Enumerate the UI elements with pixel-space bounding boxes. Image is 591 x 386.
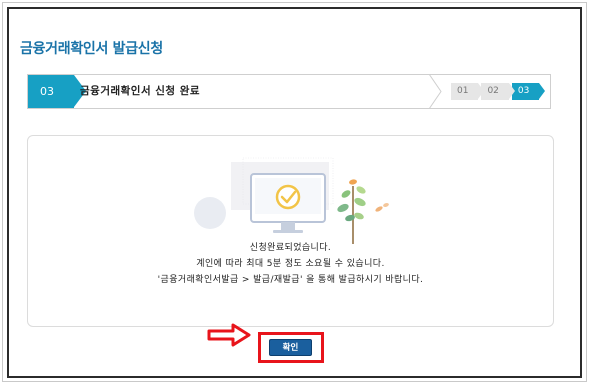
right-arrow-icon [207, 323, 251, 347]
issuance-guide-text: '금융거래확인서발급 > 발급/재발급' 을 통해 발급하시기 바랍니다. [157, 275, 424, 285]
step-progress-bar: 03 금융거래확인서 신청 완료 01 02 03 [27, 74, 551, 109]
confirm-button[interactable]: 확인 [269, 339, 312, 356]
step-indicator-list: 01 02 03 [451, 83, 546, 100]
step-divider-chevron-icon [428, 74, 442, 109]
step-pill-02: 02 [481, 83, 516, 100]
current-step-number: 03 [28, 75, 74, 108]
processing-time-notice: 계인에 따라 최대 5분 정도 소요될 수 있습니다. [196, 259, 385, 269]
step-pill-01: 01 [451, 83, 486, 100]
page-title: 금융거래확인서 발급신청 [20, 41, 163, 57]
result-panel: 신청완료되었습니다. 계인에 따라 최대 5분 정도 소요될 수 있습니다. '… [27, 135, 554, 327]
completion-message: 신청완료되었습니다. [249, 243, 332, 253]
completion-illustration-icon [194, 157, 389, 244]
step-pill-03: 03 [511, 83, 546, 100]
current-step-label: 금융거래확인서 신청 완료 [80, 85, 201, 97]
